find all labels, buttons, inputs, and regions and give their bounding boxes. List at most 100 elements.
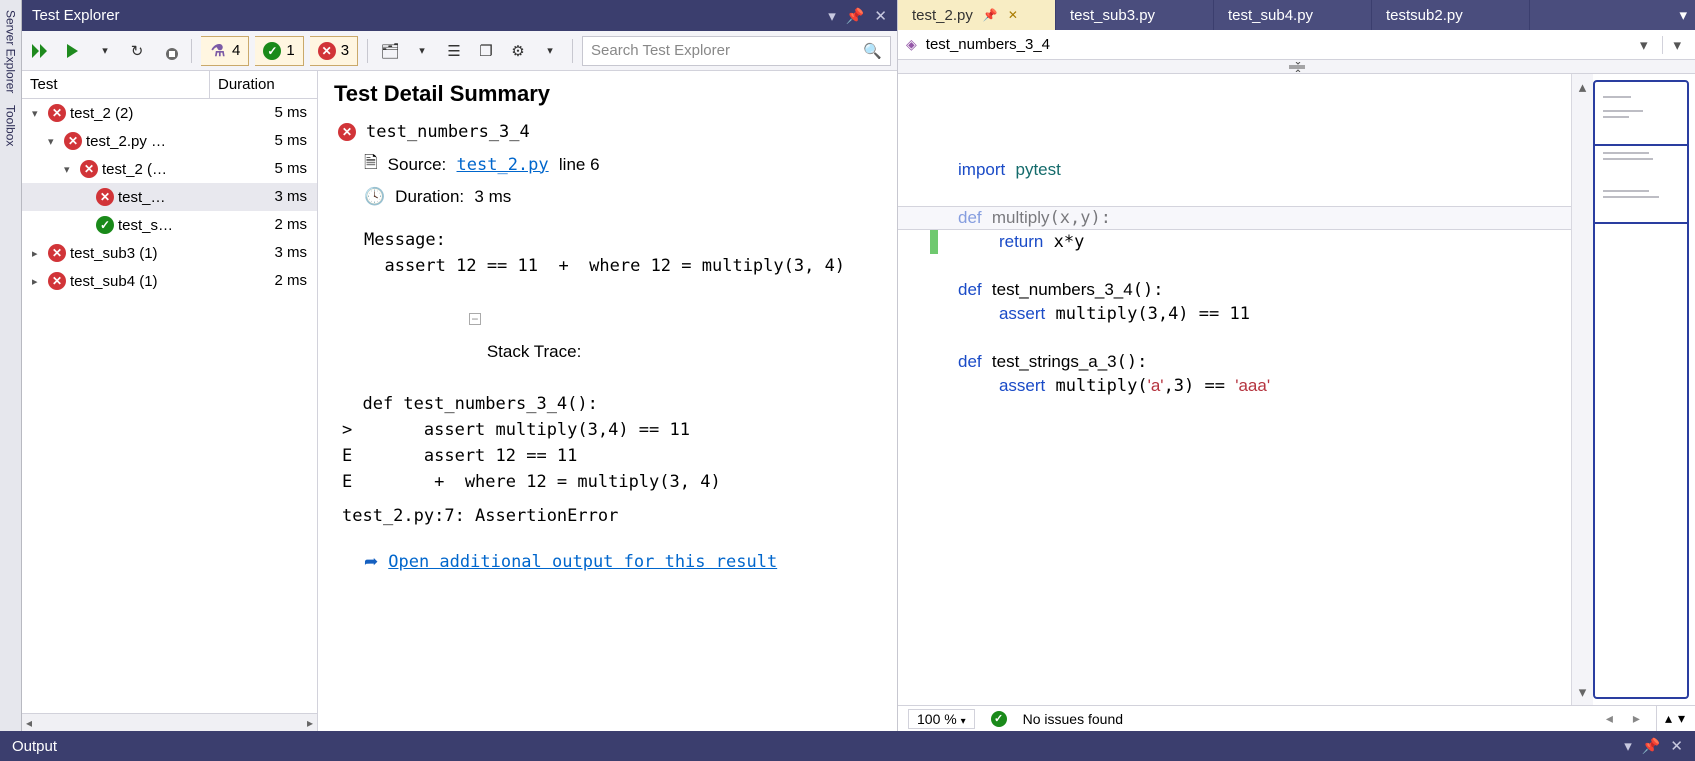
expander-icon[interactable]: ▸ [32,247,44,260]
pin-icon[interactable]: 📌 [1642,737,1661,755]
fail-icon: ✕ [96,188,114,206]
test-tree-item[interactable]: ▾✕test_2 (2)5 ms [22,99,317,127]
test-tree-item[interactable]: ▸✕test_sub3 (1)3 ms [22,239,317,267]
filter-passed[interactable]: ✓ 1 [255,36,303,66]
expander-icon[interactable]: ▸ [32,275,44,288]
test-duration: 5 ms [217,160,317,178]
close-icon[interactable]: ✕ [1008,8,1018,22]
code-editor[interactable]: import pytest def multiply(x,y): return … [898,74,1571,705]
tab-label: test_2.py [912,7,973,24]
repeat-icon[interactable]: ↻ [124,37,150,65]
editor-navbar: ◈ test_numbers_3_4 ▾ ▾ [898,30,1695,60]
test-explorer-titlebar: Test Explorer ▾ 📌 ✕ [22,0,897,31]
error-line: test_2.py:7: AssertionError [342,503,881,529]
expander-icon[interactable]: ▾ [64,163,76,176]
test-duration: 2 ms [217,272,317,290]
run-all-icon[interactable] [28,37,54,65]
scroll-up-icon[interactable]: ▴ [1579,78,1587,96]
test-tree-item[interactable]: ▾✕test_2.py …5 ms [22,127,317,155]
settings-dropdown-icon[interactable]: ▾ [537,37,563,65]
scroll-down-icon[interactable]: ▾ [1678,710,1685,727]
detail-test-name: test_numbers_3_4 [366,119,530,145]
pin-icon[interactable]: 📌 [983,8,998,22]
source-link[interactable]: test_2.py [457,155,549,175]
test-label: test_sub4 (1) [70,273,158,290]
test-tree-item[interactable]: ✕test_…3 ms [22,183,317,211]
fail-icon: ✕ [48,104,66,122]
toolbox-tab[interactable]: Toolbox [4,99,18,152]
run-icon[interactable] [60,37,86,65]
fail-icon: ✕ [318,42,336,60]
run-dropdown-icon[interactable]: ▾ [92,37,118,65]
close-icon[interactable]: ✕ [874,7,887,25]
test-detail: Test Detail Summary ✕ test_numbers_3_4 🗎… [318,71,897,731]
minimap[interactable] [1593,80,1689,699]
pass-icon: ✓ [263,42,281,60]
scroll-up-icon[interactable]: ▴ [1665,710,1672,727]
stop-icon[interactable] [156,37,182,65]
test-label: test_2 (… [102,161,167,178]
collapse-icon[interactable]: − [469,313,481,325]
message-body: assert 12 == 11 + where 12 = multiply(3,… [364,253,881,279]
vertical-scrollbar[interactable]: ▴ ▾ [1571,74,1593,705]
close-icon[interactable]: ✕ [1670,737,1683,755]
editor-tab[interactable]: test_sub4.py [1214,0,1372,30]
test-label: test_sub3 (1) [70,245,158,262]
tree-scrollbar[interactable]: ◂▸ [22,713,317,731]
test-duration: 3 ms [217,188,317,206]
editor-tab[interactable]: testsub2.py [1372,0,1530,30]
col-test[interactable]: Test [22,71,209,98]
scroll-down-icon[interactable]: ▾ [1579,683,1587,701]
fail-icon: ✕ [64,132,82,150]
open-output-icon: ➦ [364,552,378,572]
split-grip[interactable] [898,60,1695,74]
fail-icon: ✕ [338,123,356,141]
output-titlebar: Output ▾ 📌 ✕ [0,731,1695,761]
expander-icon[interactable]: ▾ [32,107,44,120]
test-explorer-toolbar: ▾ ↻ ⚗ 4 ✓ 1 ✕ 3 🗂 [22,31,897,71]
test-tree-item[interactable]: ▸ ✕test_sub4 (1) 2 ms [22,267,317,295]
document-icon: 🗎 [364,150,378,179]
search-input[interactable]: Search Test Explorer 🔍 [582,36,891,66]
zoom-level[interactable]: 100 % ▾ [908,709,975,729]
test-label: test_2 (2) [70,105,133,122]
clock-icon: 🕓 [364,187,385,207]
settings-icon[interactable]: ⚙ [505,37,531,65]
pass-icon: ✓ [96,216,114,234]
member-dropdown[interactable]: test_numbers_3_4 ▾ [925,35,1655,55]
nav-secondary-dropdown[interactable]: ▾ [1662,36,1681,54]
duration-label: Duration: [395,187,464,206]
playlist-dropdown-icon[interactable]: ▾ [409,37,435,65]
scroll-right-icon[interactable]: ▸ [1633,710,1640,727]
window-menu-icon[interactable]: ▾ [1624,737,1632,755]
filter-total[interactable]: ⚗ 4 [201,36,249,66]
col-duration[interactable]: Duration [209,71,317,98]
expander-icon[interactable]: ▾ [48,135,60,148]
chevron-down-icon: ▾ [1640,36,1648,54]
fail-icon: ✕ [48,272,66,290]
test-tree-item[interactable]: ✓test_s…2 ms [22,211,317,239]
fail-icon: ✕ [80,160,98,178]
source-label: Source: [388,155,447,174]
group-by-icon[interactable]: ☰ [441,37,467,65]
test-label: test_2.py … [86,133,166,150]
editor-tab[interactable]: test_sub3.py [1056,0,1214,30]
server-explorer-tab[interactable]: Server Explorer [4,4,18,99]
pin-icon[interactable]: 📌 [846,7,865,25]
filter-failed[interactable]: ✕ 3 [310,36,358,66]
test-tree-item[interactable]: ▾ ✕test_2 (… 5 ms [22,155,317,183]
collapsed-tool-windows[interactable]: Server Explorer Toolbox [0,0,22,731]
test-tree[interactable]: ▾✕test_2 (2)5 ms▾✕test_2.py …5 ms▾✕test_… [22,99,317,713]
open-output-link[interactable]: Open additional output for this result [388,552,777,572]
playlist-icon[interactable]: 🗂 [377,37,403,65]
columns-icon[interactable]: ❐ [473,37,499,65]
member-icon: ◈ [906,36,917,53]
editor-tabbar: test_2.py 📌 ✕ test_sub3.pytest_sub4.pytests… [898,0,1695,30]
window-menu-icon[interactable]: ▾ [828,7,836,25]
editor-tab[interactable]: test_2.py 📌 ✕ [898,0,1056,30]
detail-heading: Test Detail Summary [334,81,881,107]
tabbar-overflow-icon[interactable]: ▾ [1679,6,1687,24]
test-duration: 3 ms [217,244,317,262]
change-marker [930,230,938,254]
scroll-left-icon[interactable]: ◂ [1606,710,1613,727]
